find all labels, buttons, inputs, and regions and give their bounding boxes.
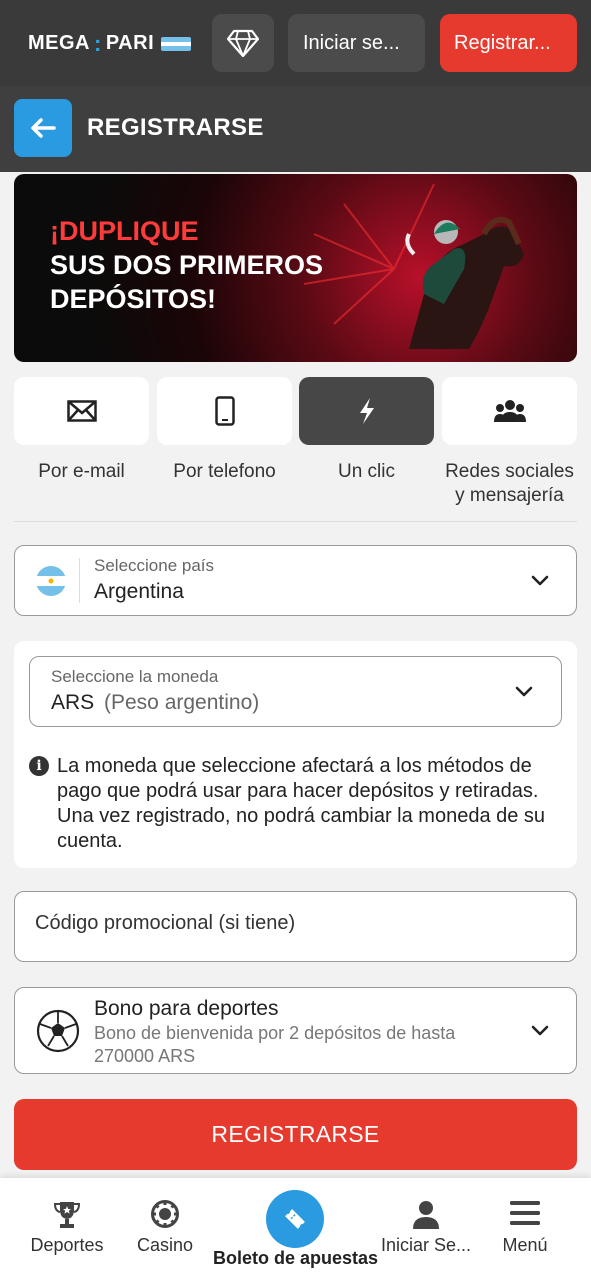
tab-social[interactable] bbox=[442, 377, 577, 445]
banner-line-3: DEPÓSITOS! bbox=[50, 284, 217, 314]
trophy-icon bbox=[53, 1202, 81, 1228]
info-icon: i bbox=[29, 756, 49, 776]
top-header: MEGA : PARI Iniciar se... Registrar... bbox=[0, 0, 591, 86]
nav-casino-label: Casino bbox=[136, 1235, 194, 1255]
banner-line-1: ¡DUPLIQUE bbox=[50, 216, 199, 246]
country-separator bbox=[79, 558, 80, 603]
chevron-down-icon bbox=[531, 575, 549, 586]
megapari-logo[interactable]: MEGA : PARI bbox=[28, 30, 192, 56]
user-icon bbox=[413, 1201, 439, 1229]
vip-diamond-button[interactable] bbox=[212, 14, 274, 72]
bet-slip-button[interactable] bbox=[266, 1190, 324, 1248]
currency-section: Seleccione la moneda ARS (Peso argentino… bbox=[14, 641, 577, 868]
tab-one-click[interactable] bbox=[299, 377, 434, 445]
lightning-icon bbox=[359, 398, 374, 424]
register-header-button[interactable]: Registrar... bbox=[440, 14, 577, 72]
argentina-flag-icon bbox=[161, 36, 192, 51]
nav-menu-label: Menú bbox=[502, 1235, 548, 1255]
currency-info-text: La moneda que seleccione afectará a los … bbox=[57, 755, 546, 852]
tab-social-label-line1: Redes sociales bbox=[445, 461, 574, 482]
nav-menu[interactable]: Menú bbox=[480, 1178, 570, 1280]
diamond-icon bbox=[227, 29, 259, 57]
currency-name: (Peso argentino) bbox=[104, 691, 260, 714]
promo-code-input[interactable] bbox=[35, 912, 555, 935]
logo-dot: : bbox=[94, 30, 102, 56]
argentina-flag-icon bbox=[36, 566, 66, 596]
nav-sports-label: Deportes bbox=[30, 1235, 104, 1255]
bonus-description: Bono de bienvenida por 2 depósitos de ha… bbox=[94, 1023, 456, 1066]
country-caption: Seleccione país bbox=[94, 556, 215, 575]
bonus-title: Bono para deportes bbox=[94, 997, 279, 1020]
page-title: REGISTRARSE bbox=[87, 114, 264, 141]
back-button[interactable] bbox=[14, 99, 72, 157]
tab-phone-label: Por telefono bbox=[173, 461, 276, 482]
chevron-down-icon bbox=[531, 1025, 549, 1036]
ticket-icon bbox=[285, 1209, 305, 1229]
tab-email-label: Por e-mail bbox=[38, 461, 125, 482]
currency-code: ARS bbox=[51, 691, 95, 714]
tab-social-label: Redes sociales y mensajería bbox=[437, 460, 582, 508]
country-select[interactable]: Seleccione país Argentina bbox=[14, 545, 577, 616]
users-icon bbox=[493, 400, 526, 422]
section-divider bbox=[14, 521, 577, 522]
banner-headline: ¡DUPLIQUE SUS DOS PRIMEROS DEPÓSITOS! bbox=[50, 214, 323, 316]
tab-social-label-line2: y mensajería bbox=[455, 485, 564, 506]
nav-sports[interactable]: Deportes bbox=[18, 1178, 116, 1280]
register-submit-button[interactable]: REGISTRARSE bbox=[14, 1099, 577, 1170]
tab-one-click-label: Un clic bbox=[337, 461, 395, 482]
phone-icon bbox=[214, 396, 235, 426]
nav-login-label: Iniciar Se... bbox=[380, 1235, 472, 1255]
bonus-select[interactable]: Bono para deportes Bono de bienvenida po… bbox=[14, 987, 577, 1074]
nav-bet-slip-label: Boleto de apuestas bbox=[212, 1248, 379, 1268]
casino-chip-icon bbox=[151, 1200, 179, 1228]
tab-email[interactable] bbox=[14, 377, 149, 445]
nav-casino[interactable]: Casino bbox=[120, 1178, 210, 1280]
tab-phone[interactable] bbox=[157, 377, 292, 445]
envelope-icon bbox=[66, 400, 97, 422]
arrow-left-icon bbox=[31, 118, 56, 138]
currency-select[interactable]: Seleccione la moneda ARS (Peso argentino… bbox=[29, 656, 562, 727]
promo-code-field[interactable] bbox=[14, 891, 577, 962]
login-button[interactable]: Iniciar se... bbox=[288, 14, 425, 72]
banner-line-2: SUS DOS PRIMEROS bbox=[50, 250, 324, 280]
chevron-down-icon bbox=[515, 686, 533, 697]
page-header: REGISTRARSE bbox=[0, 86, 591, 172]
logo-text-left: MEGA bbox=[28, 32, 90, 54]
country-value: Argentina bbox=[94, 580, 184, 603]
logo-text-right: PARI bbox=[105, 32, 155, 54]
soccer-ball-icon bbox=[36, 1009, 80, 1053]
nav-login[interactable]: Iniciar Se... bbox=[376, 1178, 476, 1280]
hamburger-menu-icon bbox=[510, 1201, 540, 1225]
currency-caption: Seleccione la moneda bbox=[51, 667, 219, 686]
promo-banner[interactable]: ¡DUPLIQUE SUS DOS PRIMEROS DEPÓSITOS! bbox=[14, 174, 577, 362]
bottom-navigation: Deportes Casino Boleto de apuestas Inici… bbox=[0, 1178, 591, 1280]
